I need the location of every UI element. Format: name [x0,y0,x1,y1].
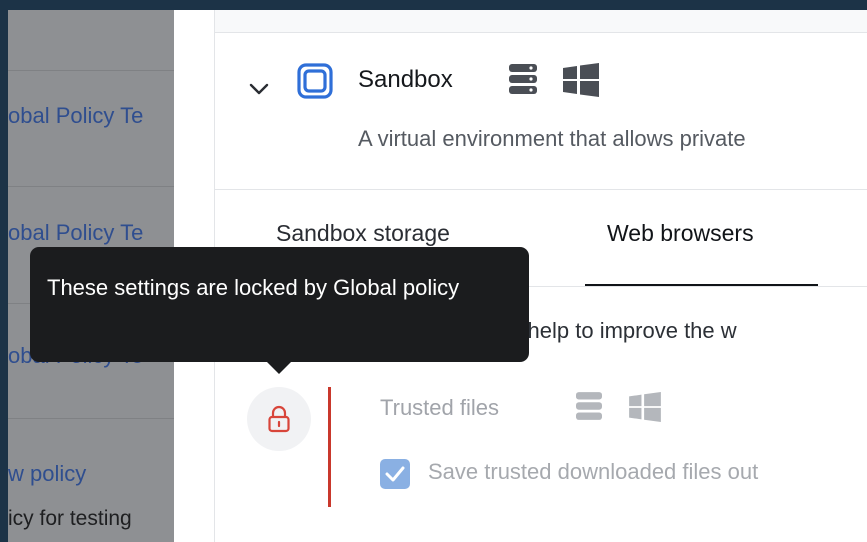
window-frame-left [0,0,8,542]
list-item[interactable]: obal Policy Te [8,70,174,187]
list-item-description: icy for testing [8,507,132,530]
tab-web-browsers[interactable]: Web browsers [607,220,754,247]
server-icon [509,64,537,94]
window-frame-top [0,0,867,10]
previous-section-edge [215,10,867,33]
sandbox-app-icon [297,63,333,99]
lock-icon [268,405,290,433]
checkbox-label: Save trusted downloaded files out [428,459,759,484]
server-icon [576,392,602,420]
tooltip-arrow [267,362,291,374]
list-item-link[interactable]: obal Policy Te [8,103,143,129]
tab-sandbox-storage[interactable]: Sandbox storage [276,220,450,247]
windows-icon [629,392,661,422]
locked-indicator-bar [328,387,331,507]
windows-icon [563,63,599,97]
list-item[interactable]: … [8,10,174,71]
save-trusted-files-checkbox[interactable] [380,459,410,489]
sandbox-section-header[interactable]: Sandbox A virtual environment that allow… [215,33,867,190]
locked-settings-tooltip: These settings are locked by Global poli… [30,247,529,362]
list-item-link[interactable]: obal Policy Te [8,220,143,246]
tooltip-text: These settings are locked by Global poli… [47,275,460,300]
setting-title: Trusted files [380,395,500,420]
section-description: A virtual environment that allows privat… [358,126,746,151]
checkmark-icon [385,466,405,482]
list-item[interactable]: w policy icy for testing [8,419,174,542]
lock-badge[interactable] [247,387,311,451]
list-item-link[interactable]: w policy [8,461,86,487]
chevron-down-icon[interactable] [247,77,271,101]
section-title: Sandbox [358,66,453,93]
list-item-link[interactable]: … [8,10,30,12]
